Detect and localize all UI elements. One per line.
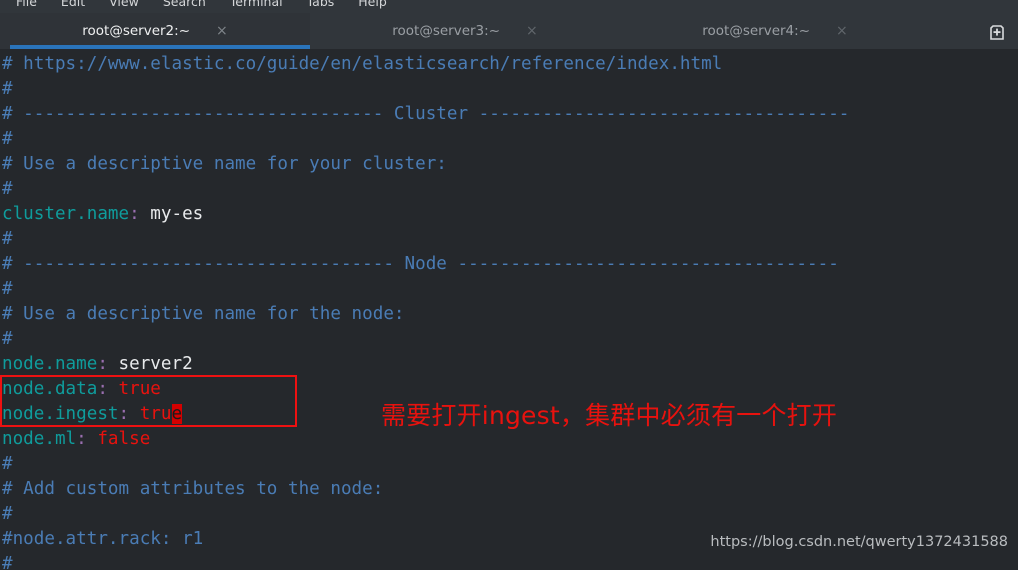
config-colon: :	[97, 354, 108, 374]
terminal-line: # ----------------------------------- No…	[2, 252, 1018, 277]
terminal-line: # ---------------------------------- Clu…	[2, 102, 1018, 127]
config-value: server2	[107, 354, 193, 374]
config-value: false	[86, 429, 151, 449]
comment-text: #	[2, 329, 13, 349]
comment-text: # Use a descriptive name for the node:	[2, 304, 405, 324]
config-key: cluster.name	[2, 204, 130, 224]
terminal-line: #	[2, 77, 1018, 102]
menu-item-search[interactable]: Search	[151, 0, 218, 13]
config-value: true	[107, 379, 161, 399]
config-key: node.name	[2, 354, 98, 374]
tab-label: root@server4:~	[702, 23, 810, 39]
terminal-line: #	[2, 552, 1018, 570]
tab-root-server4--[interactable]: root@server4:~ ×	[620, 13, 930, 49]
tab-bar: root@server2:~ × root@server3:~ × root@serve…	[0, 13, 1018, 49]
menu-item-file[interactable]: File	[4, 0, 49, 13]
comment-text: # Add custom attributes to the node:	[2, 479, 384, 499]
comment-text: # ---------------------------------- Clu…	[2, 104, 850, 124]
new-tab-icon	[990, 25, 1004, 40]
terminal-line: #	[2, 452, 1018, 477]
text-cursor: e	[171, 404, 183, 424]
comment-text: #node.attr.rack: r1	[2, 529, 204, 549]
config-value: my-es	[139, 204, 204, 224]
comment-text: #	[2, 554, 13, 570]
new-tab-button[interactable]	[976, 13, 1018, 49]
terminal-line: cluster.name: my-es	[2, 202, 1018, 227]
terminal-window: File Edit View Search Terminal Tabs Help root@…	[0, 0, 1018, 570]
menu-bar: File Edit View Search Terminal Tabs Help	[0, 0, 1018, 13]
terminal-line: #	[2, 502, 1018, 527]
config-colon: :	[129, 204, 140, 224]
menu-item-tabs[interactable]: Tabs	[295, 0, 347, 13]
tab-root-server3--[interactable]: root@server3:~ ×	[310, 13, 620, 49]
tab-label: root@server3:~	[392, 23, 500, 39]
comment-text: # https://www.elastic.co/guide/en/elasti…	[2, 54, 723, 74]
comment-text: # Use a descriptive name for your cluste…	[2, 154, 447, 174]
terminal-content[interactable]: # https://www.elastic.co/guide/en/elasti…	[0, 49, 1018, 570]
tab-label: root@server2:~	[82, 23, 190, 39]
terminal-line: #	[2, 277, 1018, 302]
config-value: tru	[129, 404, 172, 424]
annotation-note: 需要打开ingest，集群中必须有一个打开	[381, 401, 838, 430]
config-colon: :	[118, 404, 130, 424]
comment-text: #	[2, 79, 13, 99]
config-key: node.data	[2, 379, 98, 399]
config-key: node.ingest	[2, 404, 119, 424]
comment-text: #	[2, 129, 13, 149]
menu-item-help[interactable]: Help	[346, 0, 399, 13]
terminal-line: #	[2, 227, 1018, 252]
terminal-line: #	[2, 327, 1018, 352]
menu-item-edit[interactable]: Edit	[49, 0, 97, 13]
close-icon[interactable]: ×	[836, 24, 848, 38]
comment-text: #	[2, 454, 13, 474]
comment-text: # ----------------------------------- No…	[2, 254, 839, 274]
terminal-line: # Add custom attributes to the node:	[2, 477, 1018, 502]
terminal-line: node.name: server2	[2, 352, 1018, 377]
terminal-line: #	[2, 127, 1018, 152]
menu-item-view[interactable]: View	[97, 0, 151, 13]
watermark: https://blog.csdn.net/qwerty1372431588	[710, 534, 1008, 550]
config-colon: :	[76, 429, 87, 449]
terminal-line: # Use a descriptive name for the node:	[2, 302, 1018, 327]
config-colon: :	[97, 379, 108, 399]
tab-root-server2--[interactable]: root@server2:~ ×	[0, 13, 310, 49]
comment-text: #	[2, 279, 13, 299]
comment-text: #	[2, 504, 13, 524]
terminal-line: # Use a descriptive name for your cluste…	[2, 152, 1018, 177]
terminal-line: # https://www.elastic.co/guide/en/elasti…	[2, 52, 1018, 77]
menu-item-terminal[interactable]: Terminal	[218, 0, 295, 13]
comment-text: #	[2, 179, 13, 199]
close-icon[interactable]: ×	[526, 24, 538, 38]
terminal-line: #	[2, 177, 1018, 202]
comment-text: #	[2, 229, 13, 249]
close-icon[interactable]: ×	[216, 24, 228, 38]
config-key: node.ml	[2, 429, 77, 449]
